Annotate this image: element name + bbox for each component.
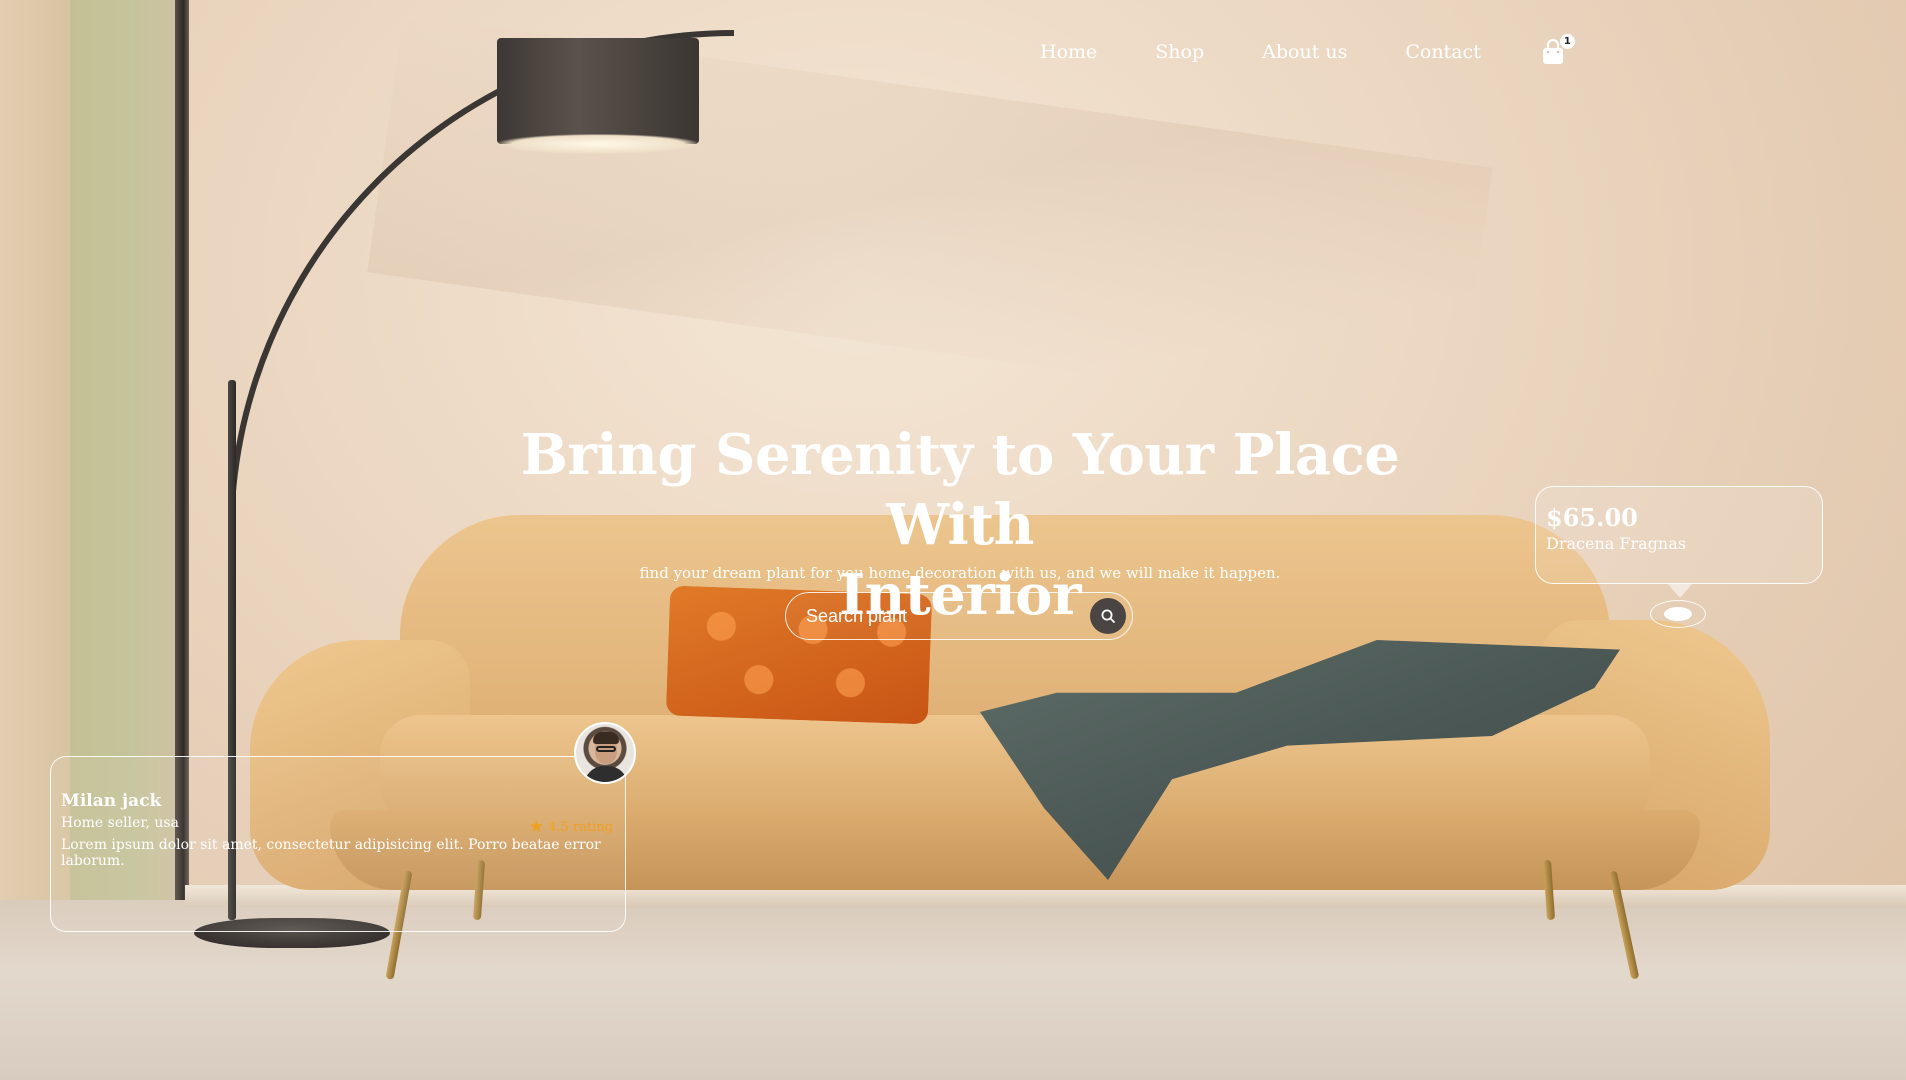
rating: ★ 4.5 rating xyxy=(529,817,613,837)
product-hotspot[interactable] xyxy=(1650,600,1706,628)
avatar-glasses xyxy=(596,746,616,752)
avatar xyxy=(574,722,636,784)
search-icon xyxy=(1101,609,1115,623)
reviewer-name: Milan jack xyxy=(61,791,162,811)
product-price: $65.00 xyxy=(1546,503,1638,532)
main-nav: Home Shop About us Contact 1 xyxy=(1040,34,1575,66)
nav-home-link[interactable]: Home xyxy=(1040,41,1097,63)
review-text: Lorem ipsum dolor sit amet, consectetur … xyxy=(61,837,601,869)
search-button[interactable] xyxy=(1090,598,1126,634)
avatar-body xyxy=(584,766,628,782)
star-icon: ★ xyxy=(528,817,545,837)
rating-text: 4.5 rating xyxy=(548,819,613,835)
product-name: Dracena Fragnas xyxy=(1546,534,1686,553)
hero-subtitle: find your dream plant for you home decor… xyxy=(639,564,1281,582)
product-card[interactable]: $65.00 Dracena Fragnas xyxy=(1535,486,1823,584)
product-pointer-arrow xyxy=(1668,584,1692,598)
hero-scene: Home Shop About us Contact 1 Bring Seren… xyxy=(0,0,1906,1080)
search-bar xyxy=(785,592,1133,640)
search-input[interactable] xyxy=(786,604,1090,628)
hotspot-dot xyxy=(1664,607,1692,621)
nav-shop-link[interactable]: Shop xyxy=(1155,41,1204,63)
review-card: Milan jack Home seller, usa Lorem ipsum … xyxy=(50,756,626,932)
cart-button[interactable]: 1 xyxy=(1539,34,1575,66)
nav-contact-link[interactable]: Contact xyxy=(1405,41,1480,63)
nav-about-link[interactable]: About us xyxy=(1262,41,1347,63)
floor-lamp-shade xyxy=(497,38,699,154)
hero-title-line1: Bring Serenity to Your Place With xyxy=(520,422,1400,558)
avatar-hair xyxy=(593,732,619,744)
cart-count-badge: 1 xyxy=(1559,34,1575,49)
